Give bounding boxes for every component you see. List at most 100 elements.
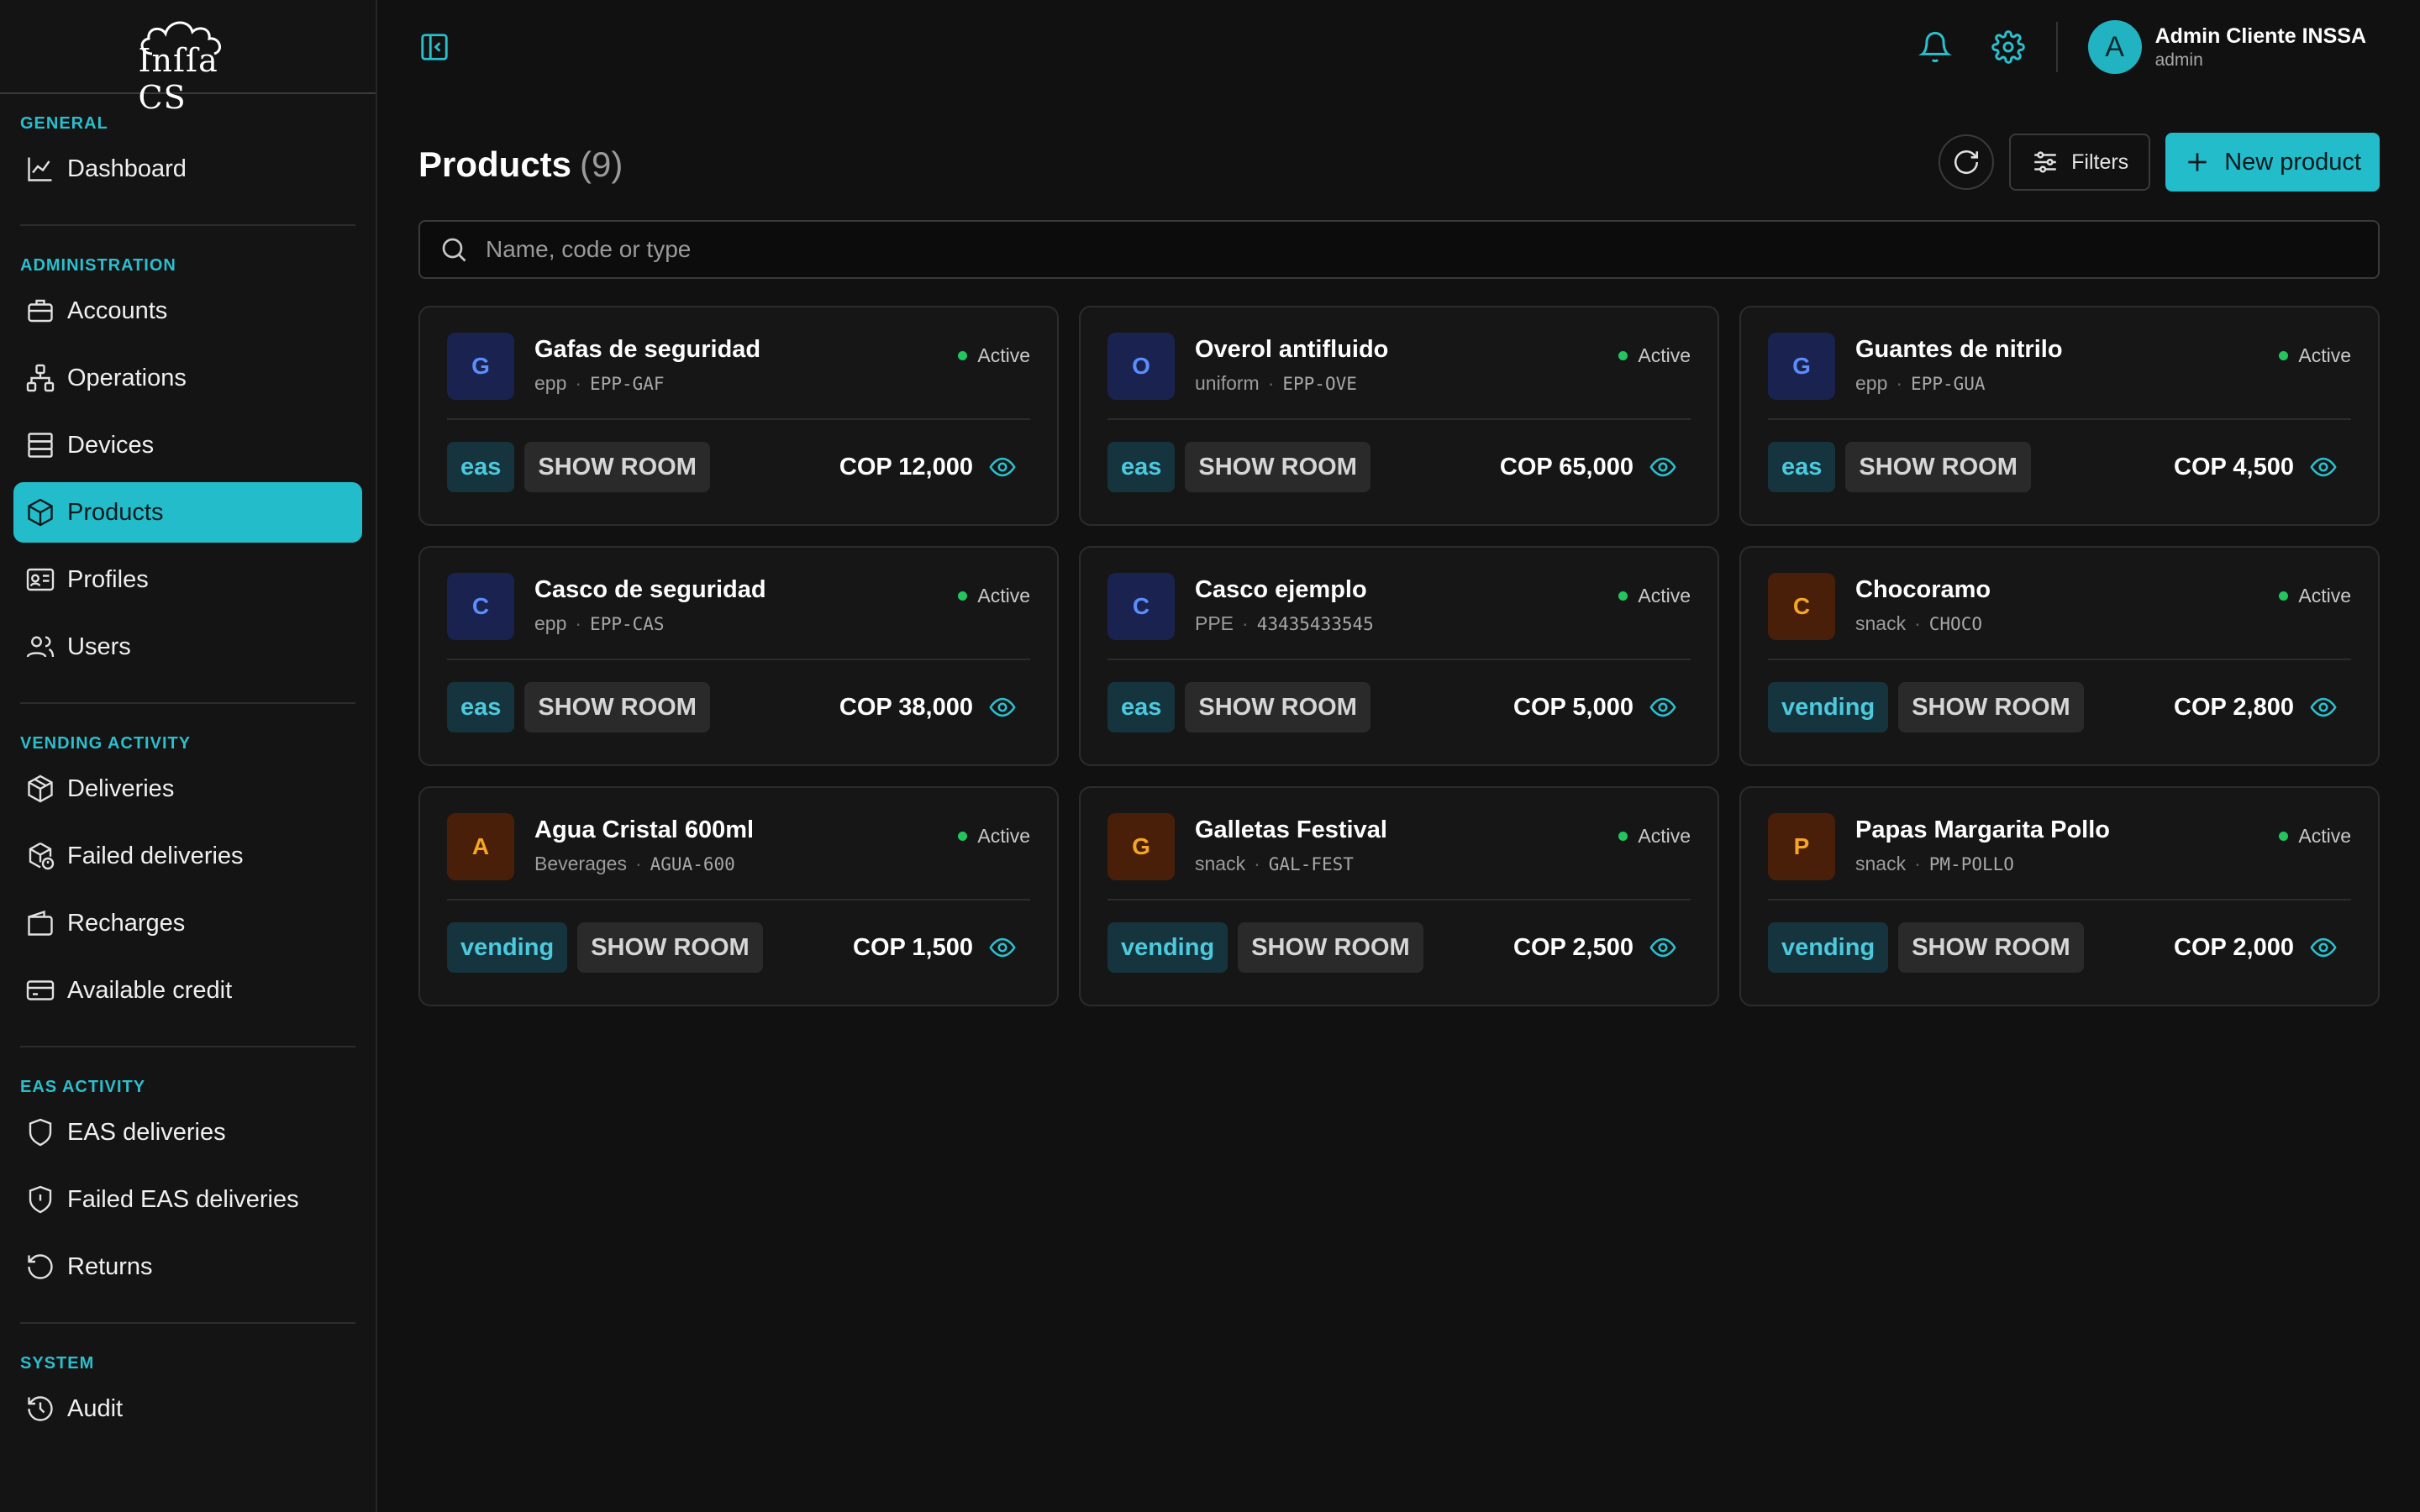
header-actions: Filters New product (1939, 133, 2380, 192)
search-input[interactable] (486, 236, 2250, 263)
status-dot (2279, 591, 2289, 601)
product-card[interactable]: C Casco ejemplo PPE · 43435433545 Active e… (1079, 546, 1719, 766)
product-card[interactable]: O Overol antifluido uniform · EPP-OVE Acti… (1079, 306, 1719, 526)
sidebar-item-operations[interactable]: Operations (13, 348, 362, 408)
card-header: C Chocoramo snack · CHOCO Active (1768, 573, 2351, 642)
server-icon (28, 433, 53, 458)
briefcase-icon (28, 299, 53, 323)
sidebar-item-label: Accounts (67, 297, 168, 324)
refresh-button[interactable] (1939, 134, 1995, 190)
product-card[interactable]: C Casco de seguridad epp · EPP-CAS Active … (418, 546, 1059, 766)
product-code: EPP-CAS (590, 614, 665, 634)
card-footer: eas SHOW ROOM COP 5,000 (1107, 660, 1691, 754)
product-initial-badge: O (1107, 333, 1175, 400)
sidebar-item-failed-eas-deliveries[interactable]: Failed EAS deliveries (13, 1169, 362, 1230)
eye-icon[interactable] (2309, 453, 2338, 481)
product-meta: snack · GAL-FEST (1195, 853, 1387, 875)
sliders-icon (2034, 151, 2056, 173)
product-name: Guantes de nitrilo (1855, 336, 2063, 363)
card-footer: eas SHOW ROOM COP 38,000 (447, 660, 1030, 754)
meta-separator: · (575, 612, 582, 634)
sidebar-item-profiles[interactable]: Profiles (13, 549, 362, 610)
sidebar-item-users[interactable]: Users (13, 617, 362, 677)
product-meta: epp · EPP-GUA (1855, 372, 2063, 395)
product-type: epp (534, 612, 567, 634)
card-header: G Gafas de seguridad epp · EPP-GAF Active (447, 333, 1030, 402)
sidebar-item-eas-deliveries[interactable]: EAS deliveries (13, 1102, 362, 1163)
product-location-tag: SHOW ROOM (577, 922, 763, 973)
sidebar-toggle-icon[interactable] (418, 31, 450, 63)
eye-icon[interactable] (2309, 693, 2338, 722)
status-dot (958, 591, 968, 601)
product-card[interactable]: P Papas Margarita Pollo snack · PM-POLLO A… (1739, 786, 2380, 1006)
sidebar-item-returns[interactable]: Returns (13, 1236, 362, 1297)
product-card[interactable]: G Gafas de seguridad epp · EPP-GAF Active … (418, 306, 1059, 526)
history-icon (28, 1396, 53, 1421)
eye-icon[interactable] (988, 453, 1017, 481)
new-product-button[interactable]: New product (2165, 133, 2380, 192)
bell-icon[interactable] (1918, 30, 1952, 64)
sidebar-item-failed-deliveries[interactable]: Failed deliveries (13, 826, 362, 886)
product-meta: epp · EPP-GAF (534, 372, 760, 395)
sidebar-item-available-credit[interactable]: Available credit (13, 960, 362, 1021)
sidebar-item-deliveries[interactable]: Deliveries (13, 759, 362, 819)
status-label: Active (977, 344, 1030, 366)
status-label: Active (977, 585, 1030, 606)
eye-icon[interactable] (1649, 693, 1677, 722)
meta-separator: · (1914, 853, 1921, 874)
product-card[interactable]: G Galletas Festival snack · GAL-FEST Activ… (1079, 786, 1719, 1006)
product-card[interactable]: G Guantes de nitrilo epp · EPP-GUA Active … (1739, 306, 2380, 526)
sidebar-item-devices[interactable]: Devices (13, 415, 362, 475)
user-info[interactable]: Admin Cliente INSSA admin (2155, 24, 2366, 71)
card-footer: vending SHOW ROOM COP 2,800 (1768, 660, 2351, 754)
product-meta: epp · EPP-CAS (534, 612, 766, 635)
app-logo[interactable]: Inſſa CS (0, 0, 376, 116)
sidebar-item-products[interactable]: Products (13, 482, 362, 543)
product-code: PM-POLLO (1928, 854, 2014, 874)
sidebar-item-label: Devices (67, 431, 155, 459)
eye-icon[interactable] (988, 933, 1017, 962)
meta-separator: · (634, 853, 642, 874)
gear-icon[interactable] (1991, 30, 2025, 64)
product-card[interactable]: C Chocoramo snack · CHOCO Active vending S… (1739, 546, 2380, 766)
card-header: P Papas Margarita Pollo snack · PM-POLLO A… (1768, 813, 2351, 882)
meta-separator: · (1242, 612, 1249, 634)
status-badge: Active (1618, 825, 1691, 848)
product-type: epp (534, 372, 567, 394)
status-label: Active (2298, 344, 2351, 366)
card-text: Casco ejemplo PPE · 43435433545 (1195, 573, 1374, 642)
sidebar-item-label: Available credit (67, 976, 233, 1004)
status-dot (2279, 351, 2289, 360)
sidebar-item-dashboard[interactable]: Dashboard (13, 139, 362, 199)
product-type: snack (1855, 853, 1907, 874)
status-badge: Active (958, 825, 1030, 848)
product-card[interactable]: A Agua Cristal 600ml Beverages · AGUA-600 … (418, 786, 1059, 1006)
product-meta: snack · CHOCO (1855, 612, 1991, 635)
credit-card-icon (26, 980, 55, 1000)
status-badge: Active (958, 585, 1030, 607)
sidebar-item-audit[interactable]: Audit (13, 1378, 362, 1439)
card-header: C Casco de seguridad epp · EPP-CAS Active (447, 573, 1030, 642)
status-label: Active (2298, 585, 2351, 606)
card-text: Agua Cristal 600ml Beverages · AGUA-600 (534, 813, 754, 882)
card-text: Gafas de seguridad epp · EPP-GAF (534, 333, 760, 402)
wallet-icon (28, 910, 53, 936)
sidebar-item-recharges[interactable]: Recharges (13, 893, 362, 953)
sidebar-item-accounts[interactable]: Accounts (13, 281, 362, 341)
product-code: EPP-OVE (1282, 374, 1357, 394)
eye-icon[interactable] (2309, 933, 2338, 962)
status-badge: Active (2279, 825, 2351, 848)
eye-icon[interactable] (1649, 933, 1677, 962)
package-icon (28, 774, 53, 803)
section-label-administration: ADMINISTRATION (20, 256, 176, 275)
product-initial-badge: C (1107, 573, 1175, 640)
product-grid: G Gafas de seguridad epp · EPP-GAF Active … (418, 306, 2380, 1006)
eye-icon[interactable] (988, 693, 1017, 722)
product-price: COP 38,000 (839, 693, 973, 721)
filters-button[interactable]: Filters (2009, 134, 2151, 191)
avatar[interactable]: A (2087, 20, 2142, 74)
product-code: 43435433545 (1256, 614, 1374, 634)
eye-icon[interactable] (1649, 453, 1677, 481)
meta-separator: · (1267, 372, 1275, 394)
product-price: COP 12,000 (839, 453, 973, 480)
